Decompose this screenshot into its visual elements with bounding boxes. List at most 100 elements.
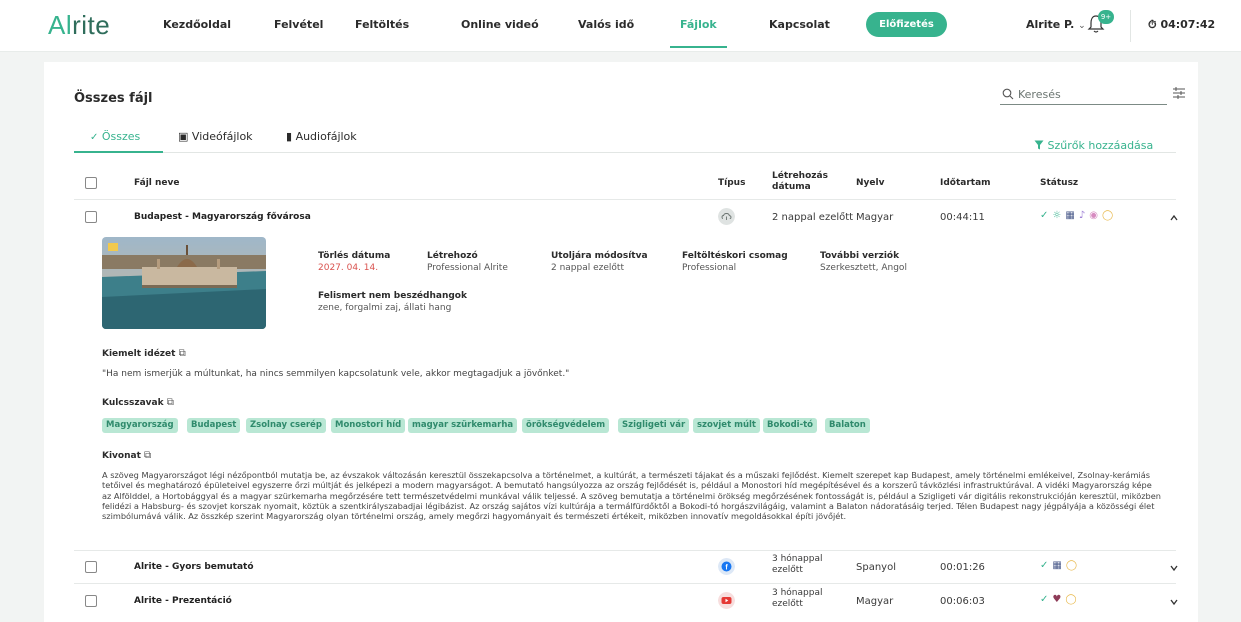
audio-icon: ◉ bbox=[1089, 210, 1098, 221]
row-divider bbox=[74, 550, 1176, 551]
delete-date-label: Törlés dátuma bbox=[318, 251, 391, 261]
logo-part-b: rite bbox=[72, 10, 111, 40]
package-label: Feltöltéskori csomag bbox=[682, 251, 788, 261]
search-icon bbox=[1002, 88, 1014, 100]
copy-icon[interactable]: ⧉ bbox=[144, 450, 151, 461]
check-circle-icon: ✓ bbox=[1040, 594, 1049, 605]
keyword-chip[interactable]: örökségvédelem bbox=[522, 418, 610, 433]
header-status[interactable]: Státusz bbox=[1040, 178, 1078, 189]
versions-value[interactable]: Szerkesztett, Angol bbox=[820, 263, 907, 273]
tab-video-label: Videófájlok bbox=[191, 130, 253, 143]
nav-item-files[interactable]: Fájlok bbox=[670, 18, 727, 48]
nav-item-upload[interactable]: Feltöltés bbox=[355, 18, 409, 31]
chat-bubble-icon: ◯ bbox=[1101, 210, 1114, 221]
logo-part-a: Al bbox=[48, 10, 73, 40]
tab-video-files[interactable]: ▣ Videófájlok bbox=[178, 130, 253, 143]
upload-cloud-icon bbox=[718, 208, 735, 225]
waveform-check-icon: ✓ bbox=[90, 132, 99, 143]
tab-all[interactable]: ✓ Összes bbox=[90, 130, 140, 143]
row-language: Spanyol bbox=[856, 562, 896, 573]
check-circle-icon: ✓ bbox=[1040, 210, 1049, 221]
content-card bbox=[44, 62, 1198, 622]
quote-label: Kiemelt idézet bbox=[102, 349, 176, 359]
row-language: Magyar bbox=[856, 596, 894, 607]
status-icons: ✓ ▦ ◯ bbox=[1040, 560, 1077, 571]
keyword-chip[interactable]: Monostori híd bbox=[331, 418, 406, 433]
row-created-line1: 3 hónappal bbox=[772, 554, 823, 564]
row-checkbox[interactable] bbox=[85, 595, 97, 607]
header-divider bbox=[74, 199, 1176, 200]
keyword-chip[interactable]: Balaton bbox=[825, 418, 870, 433]
keyword-chip[interactable]: Bokodi-tó bbox=[763, 418, 818, 433]
row-duration: 00:44:11 bbox=[940, 212, 985, 223]
nav-item-realtime[interactable]: Valós idő bbox=[578, 18, 634, 31]
nav-item-recording[interactable]: Felvétel bbox=[274, 18, 323, 31]
keywords-label: Kulcsszavak bbox=[102, 398, 164, 408]
row-created-line1: 3 hónappal bbox=[772, 588, 823, 598]
status-icons: ✓ ♥ ◯ bbox=[1040, 594, 1077, 605]
facebook-icon: f bbox=[718, 558, 735, 575]
row-created: 2 nappal ezelőtt bbox=[772, 212, 854, 223]
search-input[interactable]: Keresés bbox=[1000, 85, 1167, 105]
row-duration: 00:06:03 bbox=[940, 596, 985, 607]
tab-all-label: Összes bbox=[101, 130, 141, 143]
keyword-chip[interactable]: magyar szürkemarha bbox=[408, 418, 518, 433]
audio-wave-icon: ▮ bbox=[286, 130, 293, 143]
keyword-chip[interactable]: Magyarország bbox=[102, 418, 178, 433]
header-created-line2: dátuma bbox=[772, 182, 811, 192]
row-checkbox[interactable] bbox=[85, 561, 97, 573]
timer: ⏱ 04:07:42 bbox=[1148, 18, 1215, 32]
keyword-chip[interactable]: Zsolnay cserép bbox=[246, 418, 326, 433]
row-created: 3 hónappal ezelőtt bbox=[772, 554, 822, 576]
speaker-icon: ♪ bbox=[1078, 210, 1086, 221]
keyword-chip[interactable]: szovjet múlt bbox=[693, 418, 760, 433]
timer-value: 04:07:42 bbox=[1160, 18, 1216, 31]
subscribe-button[interactable]: Előfizetés bbox=[866, 12, 947, 37]
creator-value: Professional Alrite bbox=[427, 263, 508, 273]
sun-icon: ☼ bbox=[1052, 210, 1062, 221]
logo[interactable]: Alrite bbox=[48, 10, 110, 41]
sliders-icon[interactable] bbox=[1172, 86, 1186, 100]
row-file-name[interactable]: Alrite - Prezentáció bbox=[134, 596, 232, 607]
keyword-chip[interactable]: Budapest bbox=[187, 418, 241, 433]
delete-date-value: 2027. 04. 14. bbox=[318, 263, 379, 273]
header-file-name[interactable]: Fájl neve bbox=[134, 178, 179, 189]
modified-label: Utoljára módosítva bbox=[551, 251, 648, 261]
page-title: Összes fájl bbox=[74, 91, 153, 106]
copy-icon[interactable]: ⧉ bbox=[167, 397, 174, 408]
tab-active-indicator bbox=[74, 151, 163, 153]
header-language[interactable]: Nyelv bbox=[856, 178, 884, 189]
row-checkbox[interactable] bbox=[85, 211, 97, 223]
check-circle-icon: ✓ bbox=[1040, 560, 1049, 571]
stopwatch-icon: ⏱ bbox=[1148, 18, 1157, 31]
header-created[interactable]: Létrehozás dátuma bbox=[772, 171, 828, 193]
keyword-chip[interactable]: Szigligeti vár bbox=[618, 418, 690, 433]
row-file-name[interactable]: Budapest - Magyarország fővárosa bbox=[134, 212, 311, 223]
chevron-up-icon[interactable] bbox=[1169, 213, 1179, 223]
chevron-down-icon[interactable] bbox=[1169, 563, 1179, 573]
chevron-down-icon[interactable] bbox=[1169, 597, 1179, 607]
tab-audio-label: Audiofájlok bbox=[295, 130, 357, 143]
select-all-checkbox[interactable] bbox=[85, 177, 97, 189]
copy-icon[interactable]: ⧉ bbox=[179, 348, 186, 359]
nav-item-online-video[interactable]: Online videó bbox=[461, 18, 539, 31]
row-duration: 00:01:26 bbox=[940, 562, 985, 573]
row-file-name[interactable]: Alrite - Gyors bemutató bbox=[134, 562, 254, 573]
nav-item-contact[interactable]: Kapcsolat bbox=[769, 18, 830, 31]
header-created-line1: Létrehozás bbox=[772, 171, 828, 181]
keywords-section-title: Kulcsszavak ⧉ bbox=[102, 397, 174, 408]
header-type[interactable]: Típus bbox=[718, 178, 745, 189]
translate-icon: ▦ bbox=[1065, 210, 1075, 221]
header-duration[interactable]: Időtartam bbox=[940, 178, 991, 189]
heart-icon: ♥ bbox=[1052, 594, 1062, 605]
tab-audio-files[interactable]: ▮ Audiofájlok bbox=[286, 130, 357, 143]
versions-label: További verziók bbox=[820, 251, 900, 261]
nav-item-home[interactable]: Kezdőoldal bbox=[163, 18, 231, 31]
video-thumbnail[interactable] bbox=[102, 237, 266, 329]
quote-text: "Ha nem ismerjük a múltunkat, ha nincs s… bbox=[102, 369, 570, 379]
youtube-icon bbox=[718, 592, 735, 609]
add-filter-button[interactable]: Szűrők hozzáadása bbox=[1034, 139, 1153, 152]
nonspeech-label: Felismert nem beszédhangok bbox=[318, 291, 467, 301]
user-menu[interactable]: Alrite P. ⌄ bbox=[1026, 18, 1086, 31]
add-filter-label: Szűrők hozzáadása bbox=[1047, 139, 1154, 152]
